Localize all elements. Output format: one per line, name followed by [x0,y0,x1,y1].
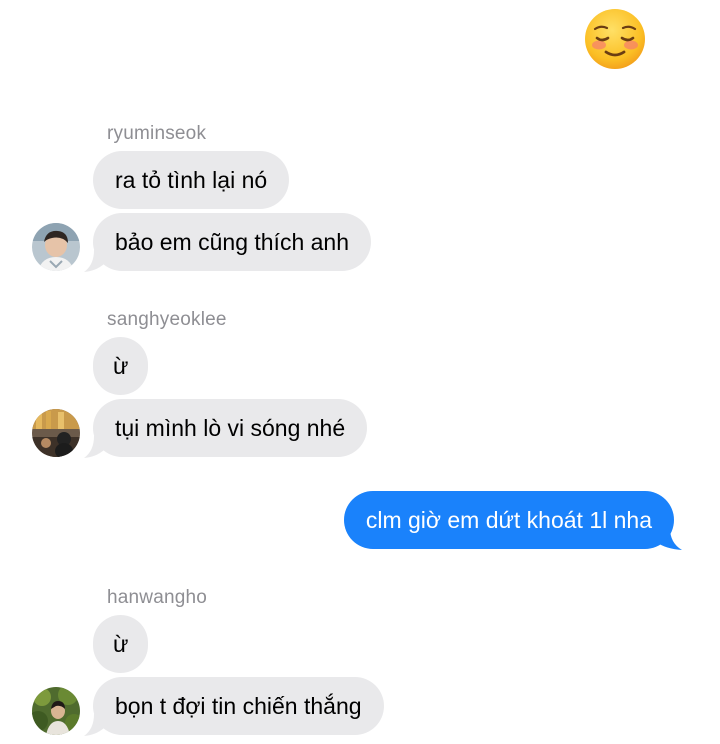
message-bubble[interactable]: bọn t đợi tin chiến thắng [93,677,384,735]
sender-name-hanwangho: hanwangho [107,587,208,608]
avatar-photo-icon [32,409,80,457]
avatar-ryuminseok[interactable] [32,223,80,271]
smiling-face-emoji-icon [583,7,647,71]
avatar-hanwangho[interactable] [32,687,80,735]
avatar-sanghyeoklee[interactable] [32,409,80,457]
message-bubble[interactable]: ừ [93,337,149,395]
message-bubble[interactable]: ra tỏ tình lại nó [93,151,290,209]
message-bubble[interactable]: ừ [93,615,149,673]
sender-name-sanghyeoklee: sanghyeoklee [107,309,227,330]
avatar-photo-icon [32,223,80,271]
message-bubble[interactable]: bảo em cũng thích anh [93,213,371,271]
outgoing-message-bubble[interactable]: clm giờ em dứt khoát 1l nha [343,491,674,549]
avatar-photo-icon [32,687,80,735]
sender-name-ryuminseok: ryuminseok [107,123,207,144]
message-bubble[interactable]: tụi mình lò vi sóng nhé [93,399,368,457]
